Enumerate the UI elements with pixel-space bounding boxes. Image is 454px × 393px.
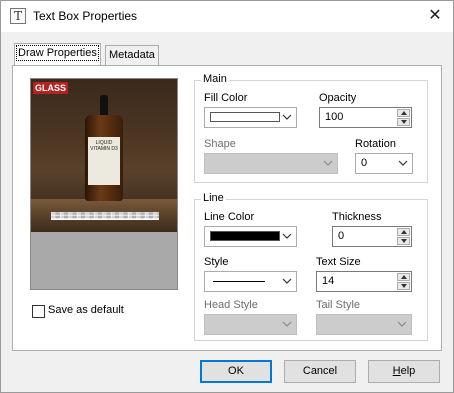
rotation-dropdown[interactable]: 0	[355, 153, 413, 174]
text-size-value: 14	[322, 275, 335, 287]
image-preview: GLASS LIQUID VITAMIN D3 ░▒░▒░▒░▒░▒░▒░▒░▒…	[30, 78, 178, 290]
chevron-down-icon	[282, 233, 292, 239]
triangle-down-icon	[401, 284, 407, 288]
fill-color-swatch	[210, 112, 280, 122]
tail-style-dropdown[interactable]	[316, 314, 412, 335]
triangle-up-icon	[401, 275, 407, 279]
thickness-spinner[interactable]: 0	[332, 226, 412, 247]
close-icon[interactable]: ✕	[417, 1, 453, 31]
line-color-dropdown[interactable]	[204, 226, 297, 247]
help-button[interactable]: Help	[368, 360, 440, 383]
line-color-label: Line Color	[204, 211, 255, 223]
chevron-down-icon	[282, 114, 292, 120]
title-bar[interactable]: T Text Box Properties ✕	[1, 1, 453, 32]
chevron-down-icon	[282, 278, 292, 284]
preview-text-box: ░▒░▒░▒░▒░▒░▒░▒░▒░▒░▒░▒░▒░▒░▒░▒░▒░▒░▒░▒░▒…	[51, 212, 159, 220]
bottle-label: LIQUID VITAMIN D3	[88, 137, 120, 185]
rotation-label: Rotation	[355, 138, 396, 150]
triangle-up-icon	[401, 111, 407, 115]
glass-sign: GLASS	[33, 82, 69, 94]
opacity-spinner[interactable]: 100	[319, 107, 412, 128]
text-box-app-icon: T	[10, 8, 26, 24]
tab-draw-properties-label: Draw Properties	[16, 45, 99, 61]
chevron-down-icon	[397, 321, 407, 327]
triangle-down-icon	[401, 239, 407, 243]
line-style-dropdown[interactable]	[204, 271, 297, 292]
ok-button[interactable]: OK	[200, 360, 272, 383]
cancel-button[interactable]: Cancel	[284, 360, 356, 383]
rotation-value: 0	[361, 157, 368, 169]
line-color-swatch	[210, 231, 280, 241]
thickness-increment-button[interactable]	[397, 228, 410, 236]
thickness-decrement-button[interactable]	[397, 237, 410, 245]
text-size-spinner[interactable]: 14	[316, 271, 412, 292]
tab-metadata-label: Metadata	[109, 49, 155, 61]
help-button-label: elp	[400, 365, 416, 377]
opacity-value: 100	[325, 111, 344, 123]
thickness-label: Thickness	[332, 211, 382, 223]
opacity-decrement-button[interactable]	[397, 118, 410, 126]
bottle-dropper-cap	[100, 95, 108, 115]
fill-color-dropdown[interactable]	[204, 107, 297, 128]
head-style-label: Head Style	[204, 299, 258, 311]
shape-label: Shape	[204, 138, 236, 150]
chevron-down-icon	[398, 160, 408, 166]
triangle-down-icon	[401, 120, 407, 124]
save-as-default-label: Save as default	[48, 304, 124, 316]
triangle-up-icon	[401, 230, 407, 234]
chevron-down-icon	[323, 160, 333, 166]
line-group-title: Line	[201, 192, 226, 204]
save-as-default-checkbox[interactable]	[32, 305, 45, 318]
opacity-label: Opacity	[319, 92, 357, 104]
opacity-increment-button[interactable]	[397, 109, 410, 117]
tab-metadata[interactable]: Metadata	[105, 45, 159, 65]
text-size-label: Text Size	[316, 256, 361, 268]
head-style-dropdown[interactable]	[204, 314, 297, 335]
main-group-title: Main	[201, 73, 229, 85]
help-button-mnemonic: H	[392, 365, 401, 377]
window-title: Text Box Properties	[33, 9, 138, 23]
preview-photo: GLASS LIQUID VITAMIN D3 ░▒░▒░▒░▒░▒░▒░▒░▒…	[31, 79, 177, 232]
thickness-value: 0	[338, 230, 345, 242]
fill-color-label: Fill Color	[204, 92, 248, 104]
tail-style-label: Tail Style	[316, 299, 361, 311]
shape-dropdown[interactable]	[204, 153, 338, 174]
solid-line-sample	[213, 281, 265, 282]
style-label: Style	[204, 256, 229, 268]
tab-draw-properties[interactable]: Draw Properties	[14, 43, 101, 65]
text-size-decrement-button[interactable]	[397, 282, 410, 290]
chevron-down-icon	[282, 321, 292, 327]
text-size-increment-button[interactable]	[397, 273, 410, 281]
dialog-window: T Text Box Properties ✕ Draw Properties …	[0, 0, 454, 393]
